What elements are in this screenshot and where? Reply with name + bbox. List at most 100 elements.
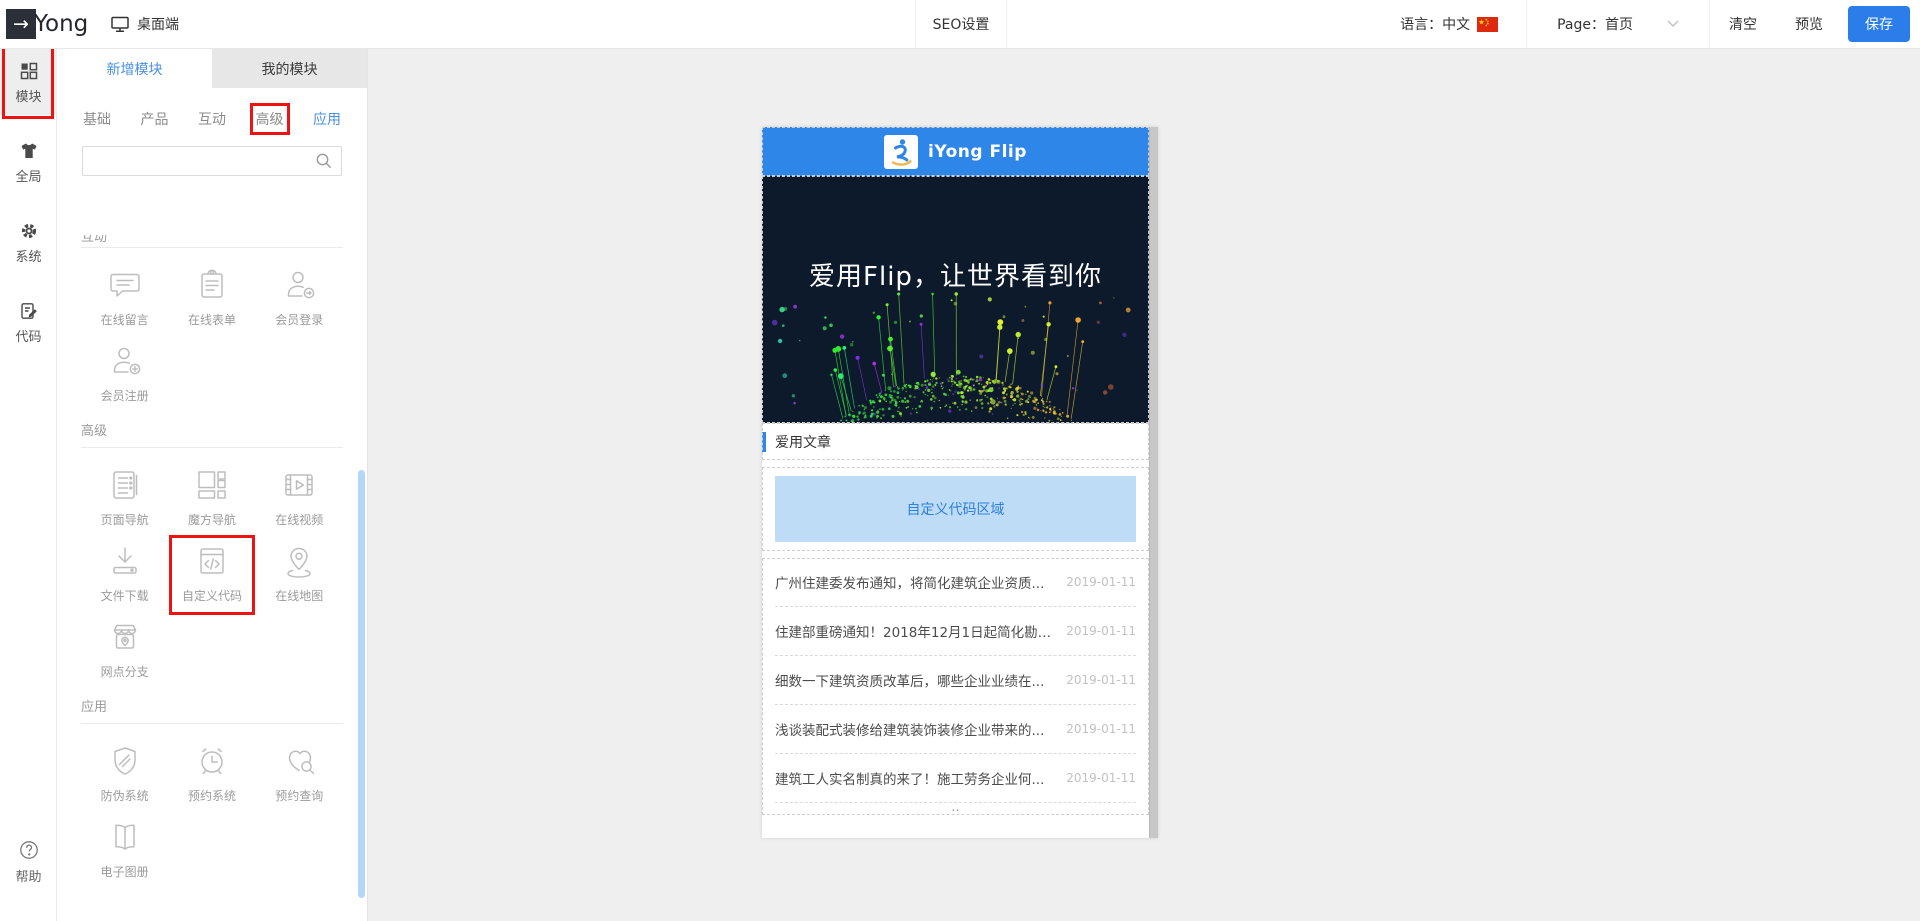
category-label: 基础 xyxy=(83,112,111,128)
phone-page: iYong Flip 爱用Flip，让世界看到你 爱用文章 自定义代码区域 广州… xyxy=(762,127,1149,838)
module-item-anti-fake[interactable]: 防伪系统 xyxy=(81,742,168,818)
user-register-icon xyxy=(106,342,144,380)
section-title: 互动 xyxy=(81,235,343,248)
article-list-module[interactable]: 广州住建委发布通知，将简化建筑企业资质... 2019-01-11 住建部重磅通… xyxy=(762,558,1149,815)
article-date: 2019-01-11 xyxy=(1066,673,1136,687)
panel-scrollbar[interactable] xyxy=(358,470,365,898)
module-item-custom-code[interactable]: 自定义代码 xyxy=(168,542,255,618)
module-item-page-nav[interactable]: 页面导航 xyxy=(81,466,168,542)
module-item-online-video[interactable]: 在线视频 xyxy=(256,466,343,542)
phone-scrollbar[interactable] xyxy=(1149,127,1158,838)
tab-add-module[interactable]: 新增模块 xyxy=(57,49,212,88)
module-item-e-album[interactable]: 电子图册 xyxy=(81,818,168,894)
sidebar-item-system[interactable]: 系统 xyxy=(0,209,57,275)
article-row[interactable]: 建筑工人实名制真的来了！施工劳务企业何... 2019-01-11 xyxy=(775,754,1136,803)
store-icon xyxy=(106,618,144,656)
app-logo: → Yong xyxy=(6,9,88,39)
custom-code-module[interactable]: 自定义代码区域 xyxy=(762,467,1149,551)
section-title: 应用 xyxy=(81,694,343,724)
question-icon xyxy=(18,839,40,861)
category-advanced[interactable]: 高级 xyxy=(256,109,284,129)
module-item-online-map[interactable]: 在线地图 xyxy=(256,542,343,618)
sidebar-item-label: 代码 xyxy=(15,326,41,345)
module-item-label: 会员登录 xyxy=(275,311,323,328)
sidebar-item-label: 模块 xyxy=(15,86,41,105)
site-logo-icon xyxy=(884,135,918,169)
left-sidebar: 模块 全局 系统 代码 帮助 xyxy=(0,49,57,921)
module-item-branch-store[interactable]: 网点分支 xyxy=(81,618,168,694)
module-item-online-form[interactable]: 在线表单 xyxy=(168,266,255,342)
sidebar-item-modules[interactable]: 模块 xyxy=(0,49,57,115)
module-grid: 防伪系统预约系统预约查询电子图册 xyxy=(81,730,343,894)
sidebar-item-global[interactable]: 全局 xyxy=(0,129,57,195)
module-item-label: 电子图册 xyxy=(101,863,149,880)
module-item-label: 在线留言 xyxy=(101,311,149,328)
clock-icon xyxy=(193,742,231,780)
language-selector[interactable]: 语言：中文 xyxy=(1372,14,1526,34)
phone-preview: iYong Flip 爱用Flip，让世界看到你 爱用文章 自定义代码区域 广州… xyxy=(762,127,1158,838)
grid-icon xyxy=(19,61,39,81)
page-label: Page：首页 xyxy=(1557,14,1633,34)
module-item-label: 在线视频 xyxy=(275,511,323,528)
category-app[interactable]: 应用 xyxy=(313,109,341,129)
sidebar-item-help[interactable]: 帮助 xyxy=(0,839,57,885)
sidebar-item-label: 全局 xyxy=(15,166,41,185)
module-item-cube-nav[interactable]: 魔方导航 xyxy=(168,466,255,542)
module-item-online-message[interactable]: 在线留言 xyxy=(81,266,168,342)
heart-search-icon xyxy=(280,742,318,780)
module-grid: 页面导航 魔方导航 在线视频文件下载 自定义代码在线地图网点分支 xyxy=(81,454,343,694)
site-header-module[interactable]: iYong Flip xyxy=(762,127,1149,176)
module-item-booking-system[interactable]: 预约系统 xyxy=(168,742,255,818)
page-nav-icon xyxy=(106,466,144,504)
article-row[interactable]: 细数一下建筑资质改革后，哪些企业业绩在... 2019-01-11 xyxy=(775,656,1136,705)
tab-label: 我的模块 xyxy=(262,59,318,79)
article-date: 2019-01-11 xyxy=(1066,575,1136,589)
module-item-member-login[interactable]: 会员登录 xyxy=(256,266,343,342)
article-date: 2019-01-11 xyxy=(1066,771,1136,785)
page-selector[interactable]: Page：首页 xyxy=(1527,14,1709,34)
article-row[interactable]: 广州住建委发布通知，将简化建筑企业资质... 2019-01-11 xyxy=(775,558,1136,607)
device-switch-desktop[interactable]: 桌面端 xyxy=(110,0,179,48)
clear-button[interactable]: 清空 xyxy=(1710,14,1776,34)
module-item-booking-query[interactable]: 预约查询 xyxy=(256,742,343,818)
site-title: iYong Flip xyxy=(928,142,1027,162)
monitor-icon xyxy=(110,14,130,34)
article-title: 细数一下建筑资质改革后，哪些企业业绩在... xyxy=(775,670,1056,690)
article-more-indicator: .. xyxy=(775,803,1136,815)
hero-title: 爱用Flip，让世界看到你 xyxy=(762,256,1149,293)
article-section-title-module[interactable]: 爱用文章 xyxy=(762,423,1149,460)
category-interact[interactable]: 互动 xyxy=(198,109,226,129)
category-label: 高级 xyxy=(256,112,284,128)
category-label: 互动 xyxy=(198,112,226,128)
article-row[interactable]: 浅谈装配式装修给建筑装饰装修企业带来的... 2019-01-11 xyxy=(775,705,1136,754)
article-title: 浅谈装配式装修给建筑装饰装修企业带来的... xyxy=(775,719,1056,739)
module-item-label: 在线地图 xyxy=(275,587,323,604)
search-icon[interactable] xyxy=(315,152,333,170)
module-item-member-register[interactable]: 会员注册 xyxy=(81,342,168,418)
tab-label: 新增模块 xyxy=(107,59,163,79)
sidebar-item-code[interactable]: 代码 xyxy=(0,289,57,355)
save-button[interactable]: 保存 xyxy=(1848,6,1910,42)
category-product[interactable]: 产品 xyxy=(141,109,169,129)
category-basic[interactable]: 基础 xyxy=(83,109,111,129)
gear-icon xyxy=(19,221,39,241)
seo-settings-button[interactable]: SEO设置 xyxy=(915,0,1007,48)
article-row[interactable]: 住建部重磅通知！2018年12月1日起简化勘察... 2019-01-11 xyxy=(775,607,1136,656)
cube-nav-icon xyxy=(193,466,231,504)
section-title: 高级 xyxy=(81,418,343,448)
tab-my-module[interactable]: 我的模块 xyxy=(212,49,367,88)
module-item-label: 魔方导航 xyxy=(188,511,236,528)
category-label: 应用 xyxy=(313,112,341,128)
article-section-title: 爱用文章 xyxy=(775,432,831,452)
search-input[interactable] xyxy=(83,148,315,174)
module-item-label: 网点分支 xyxy=(101,663,149,680)
tshirt-icon xyxy=(19,141,39,161)
module-item-file-download[interactable]: 文件下载 xyxy=(81,542,168,618)
module-item-label: 页面导航 xyxy=(101,511,149,528)
hero-banner-module[interactable]: 爱用Flip，让世界看到你 xyxy=(762,176,1149,423)
preview-button[interactable]: 预览 xyxy=(1776,14,1842,34)
map-icon xyxy=(280,542,318,580)
sidebar-item-label: 系统 xyxy=(15,246,41,265)
module-item-label: 文件下载 xyxy=(101,587,149,604)
user-login-icon xyxy=(280,266,318,304)
